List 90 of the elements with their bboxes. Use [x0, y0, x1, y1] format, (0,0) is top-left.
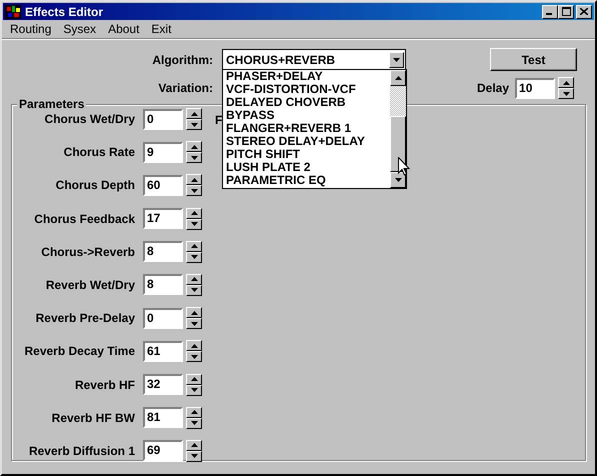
- parameter-label: Chorus Wet/Dry: [44, 112, 135, 126]
- parameter-field[interactable]: 8: [143, 274, 183, 296]
- test-button[interactable]: Test: [490, 48, 577, 71]
- minimize-button[interactable]: [542, 4, 558, 18]
- list-option[interactable]: PHASER+DELAY: [226, 70, 390, 83]
- down-arrow-icon: [190, 188, 198, 193]
- close-button[interactable]: [576, 4, 592, 18]
- spin-buttons[interactable]: [186, 374, 202, 396]
- menu-item[interactable]: Routing: [4, 22, 58, 36]
- app-icon: [5, 4, 21, 18]
- up-arrow-icon: [190, 377, 198, 381]
- parameter-label: F: [215, 113, 222, 127]
- parameter-field[interactable]: 9: [143, 142, 183, 163]
- parameter-field[interactable]: 32: [143, 374, 183, 395]
- up-arrow-icon: [190, 310, 198, 315]
- spin-buttons[interactable]: [186, 141, 202, 164]
- parameter-field[interactable]: 81: [143, 407, 183, 428]
- list-option[interactable]: STEREO DELAY+DELAY: [226, 135, 390, 148]
- parameter-label: Chorus Depth: [54, 178, 135, 192]
- spin-buttons[interactable]: [186, 240, 202, 263]
- down-arrow-icon: [190, 354, 198, 359]
- parameter-field[interactable]: 0: [143, 108, 183, 130]
- parameter-label: Reverb Decay Time: [23, 344, 135, 358]
- caret-icon: [393, 58, 400, 62]
- spin-buttons[interactable]: [558, 77, 574, 99]
- variation-label: Variation:: [157, 81, 213, 95]
- maximize-button[interactable]: [558, 4, 574, 18]
- up-arrow-icon: [190, 344, 198, 348]
- group-title: Parameters: [17, 97, 86, 111]
- spin-buttons[interactable]: [186, 108, 202, 130]
- algorithm-label: Algorithm:: [151, 52, 213, 66]
- up-arrow-icon: [190, 211, 198, 216]
- menu-item[interactable]: About: [102, 22, 146, 36]
- down-arrow-icon: [394, 178, 402, 182]
- down-arrow-icon: [190, 322, 198, 326]
- close-icon: [580, 8, 588, 15]
- list-option[interactable]: DELAYED CHOVERB: [226, 96, 390, 109]
- maximize-icon: [562, 7, 570, 16]
- list-option[interactable]: VCF-DISTORTION-VCF: [226, 83, 390, 96]
- up-arrow-icon: [190, 244, 198, 248]
- spin-buttons[interactable]: [186, 440, 202, 462]
- up-arrow-icon: [190, 277, 198, 282]
- down-arrow-icon: [190, 288, 198, 292]
- parameter-label: Reverb HF: [74, 378, 135, 392]
- delay-label: Delay: [477, 81, 510, 95]
- down-arrow-icon: [562, 92, 570, 96]
- parameter-label: Chorus->Reverb: [40, 244, 135, 259]
- list-option[interactable]: LUSH PLATE 2: [226, 161, 390, 174]
- up-arrow-icon: [190, 410, 198, 414]
- spin-buttons[interactable]: [186, 208, 202, 230]
- down-arrow-icon: [190, 156, 198, 160]
- algorithm-dropdown[interactable]: CHORUS+REVERB: [222, 49, 406, 70]
- spin-buttons[interactable]: [186, 406, 202, 429]
- up-arrow-icon: [394, 76, 402, 80]
- parameter-label: Reverb Diffusion 1: [28, 444, 135, 458]
- parameter-label: Reverb Wet/Dry: [44, 278, 135, 292]
- parameter-label: Reverb HF BW: [50, 410, 135, 425]
- down-arrow-icon: [190, 421, 198, 426]
- parameter-label: Chorus Feedback: [33, 212, 135, 226]
- list-option[interactable]: PITCH SHIFT: [226, 148, 390, 161]
- window-title: Effects Editor: [25, 4, 104, 18]
- parameter-label: Reverb Pre-Delay: [34, 311, 135, 326]
- spin-buttons[interactable]: [186, 307, 202, 330]
- list-option[interactable]: PARAMETRIC EQ: [226, 174, 390, 187]
- spin-buttons[interactable]: [186, 274, 202, 296]
- down-arrow-icon: [190, 454, 198, 458]
- up-arrow-icon: [562, 80, 570, 84]
- up-arrow-icon: [190, 178, 198, 182]
- parameter-field[interactable]: 8: [143, 241, 183, 262]
- parameter-field[interactable]: 69: [143, 440, 183, 462]
- down-arrow-icon: [190, 255, 198, 260]
- up-arrow-icon: [190, 144, 198, 149]
- parameter-label: Chorus Rate: [62, 145, 135, 160]
- parameter-field[interactable]: 0: [143, 308, 183, 329]
- up-arrow-icon: [190, 112, 198, 116]
- up-arrow-icon: [190, 443, 198, 448]
- delay-field[interactable]: 10: [515, 78, 556, 98]
- list-option[interactable]: BYPASS: [226, 109, 390, 122]
- spin-buttons[interactable]: [186, 340, 202, 362]
- parameter-field[interactable]: 17: [143, 208, 183, 230]
- parameter-field[interactable]: 60: [143, 174, 183, 196]
- down-arrow-icon: [190, 222, 198, 226]
- menu-item[interactable]: Sysex: [57, 22, 102, 36]
- list-option[interactable]: FLANGER+REVERB 1: [226, 122, 390, 135]
- down-arrow-icon: [190, 388, 198, 392]
- spin-buttons[interactable]: [186, 174, 202, 196]
- parameter-field[interactable]: 61: [143, 340, 183, 362]
- down-arrow-icon: [190, 122, 198, 126]
- scrollbar[interactable]: [390, 70, 406, 188]
- menu-item[interactable]: Exit: [145, 22, 178, 36]
